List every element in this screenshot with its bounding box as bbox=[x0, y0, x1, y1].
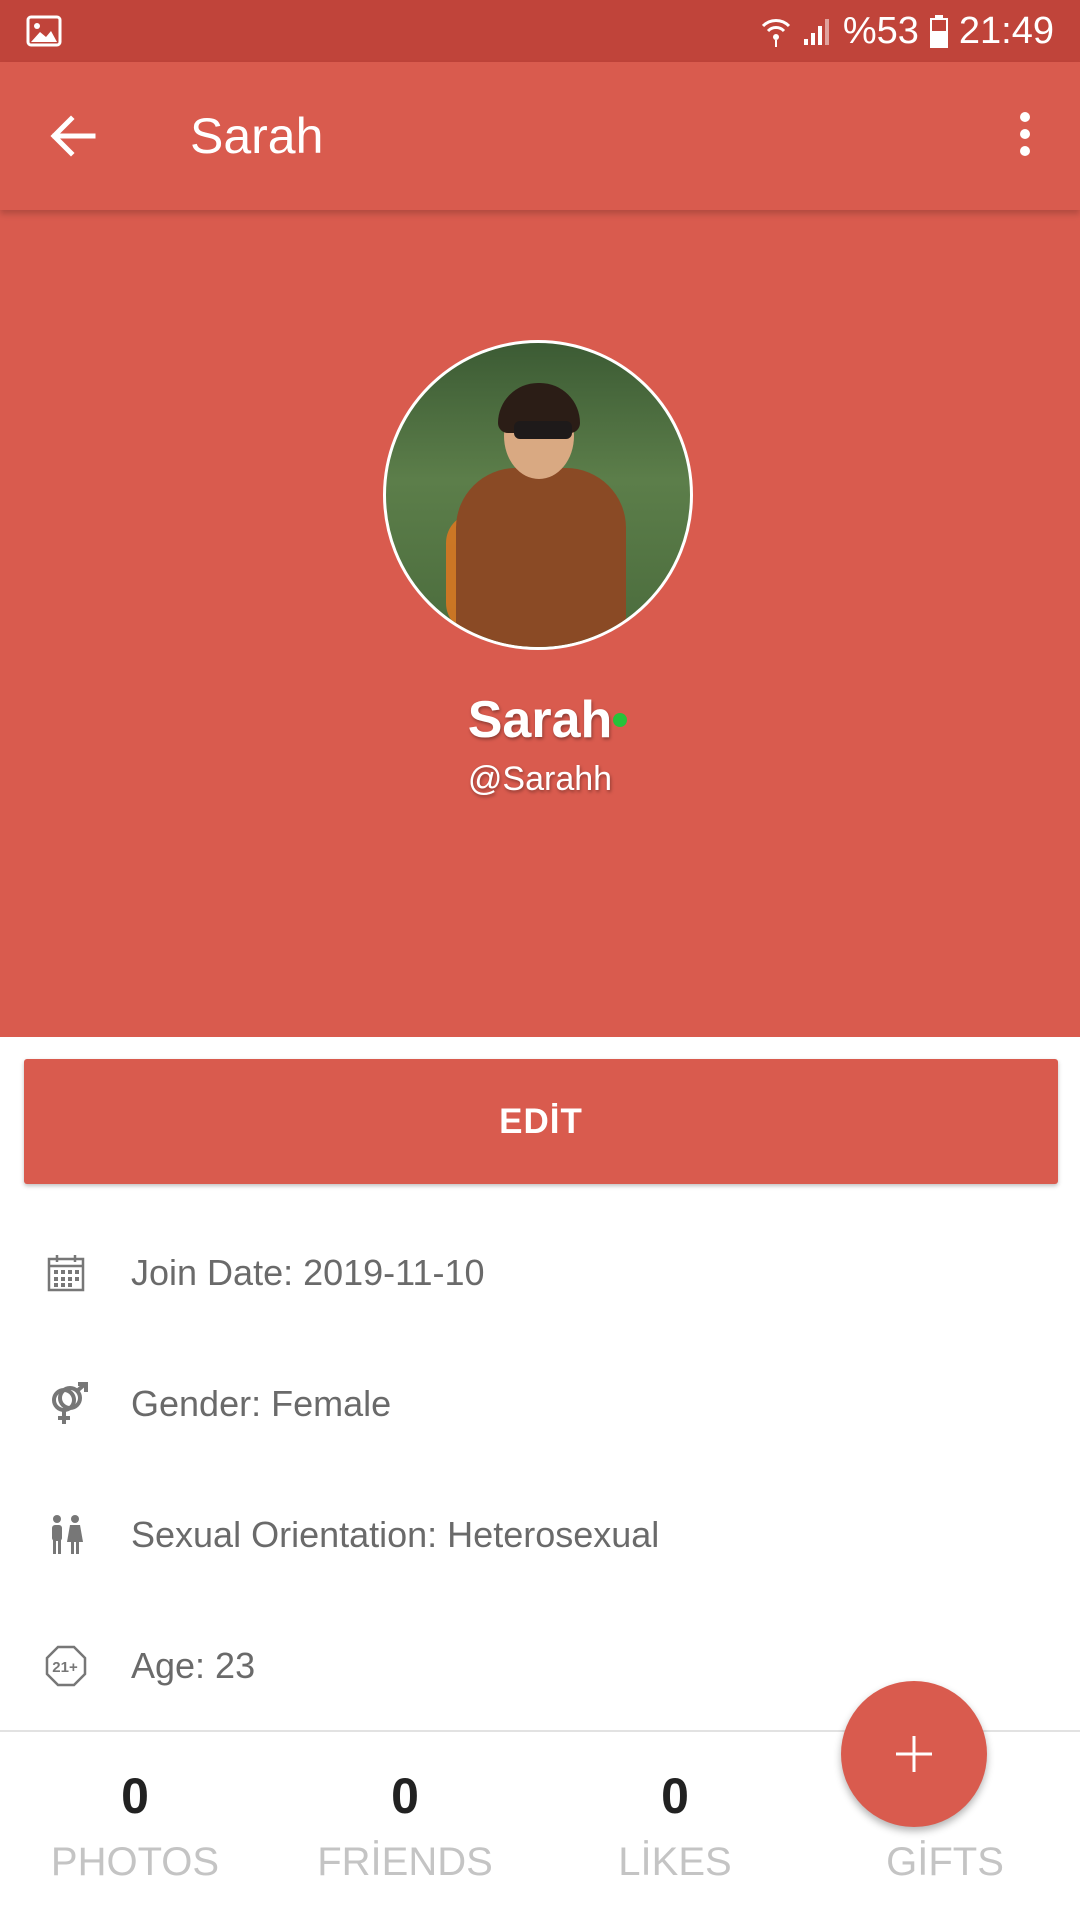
info-join-date: Join Date: 2019-11-10 bbox=[0, 1233, 1080, 1313]
likes-label: LİKES bbox=[618, 1840, 732, 1884]
couple-icon bbox=[44, 1513, 88, 1557]
stat-likes[interactable]: 0 LİKES bbox=[540, 1732, 810, 1922]
signal-icon bbox=[803, 19, 829, 45]
profile-name: Sarah bbox=[467, 691, 613, 749]
clock: 21:49 bbox=[958, 9, 1054, 52]
plus-icon bbox=[896, 1736, 932, 1772]
gender-icon bbox=[44, 1382, 88, 1426]
image-notification-icon bbox=[26, 15, 62, 47]
wifi-icon bbox=[761, 19, 790, 47]
add-fab-button[interactable] bbox=[841, 1681, 987, 1827]
profile-header: Sarah @Sarahh bbox=[0, 210, 1080, 1037]
svg-text:21+: 21+ bbox=[52, 1659, 78, 1676]
edit-button[interactable]: EDİT bbox=[24, 1059, 1058, 1184]
page-title: Sarah bbox=[190, 108, 324, 164]
friends-count: 0 bbox=[391, 1768, 419, 1824]
stat-photos[interactable]: 0 PHOTOS bbox=[0, 1732, 270, 1922]
online-status-dot bbox=[613, 713, 627, 727]
battery-icon bbox=[929, 15, 948, 48]
avatar[interactable] bbox=[383, 340, 693, 650]
back-button[interactable] bbox=[38, 101, 108, 171]
gender-text: Gender: Female bbox=[131, 1383, 392, 1424]
calendar-icon bbox=[44, 1251, 88, 1295]
info-orientation: Sexual Orientation: Heterosexual bbox=[0, 1495, 1080, 1575]
more-options-button[interactable] bbox=[990, 99, 1060, 169]
profile-handle: @Sarahh bbox=[467, 760, 613, 798]
status-bar: %53 21:49 bbox=[0, 0, 1080, 62]
age-text: Age: 23 bbox=[131, 1645, 256, 1686]
back-arrow-icon bbox=[50, 115, 96, 157]
orientation-text: Sexual Orientation: Heterosexual bbox=[131, 1514, 660, 1555]
friends-label: FRİENDS bbox=[317, 1840, 493, 1884]
app-bar: Sarah bbox=[0, 62, 1080, 210]
photos-label: PHOTOS bbox=[50, 1840, 220, 1884]
battery-percent: %53 bbox=[842, 9, 919, 52]
age-21-plus-icon: 21+ bbox=[44, 1644, 88, 1688]
gifts-label: GİFTS bbox=[886, 1840, 1004, 1884]
info-gender: Gender: Female bbox=[0, 1364, 1080, 1444]
likes-count: 0 bbox=[661, 1768, 689, 1824]
stat-friends[interactable]: 0 FRİENDS bbox=[270, 1732, 540, 1922]
photos-count: 0 bbox=[121, 1768, 149, 1824]
join-date-text: Join Date: 2019-11-10 bbox=[131, 1252, 485, 1293]
more-vert-icon bbox=[1020, 112, 1030, 156]
